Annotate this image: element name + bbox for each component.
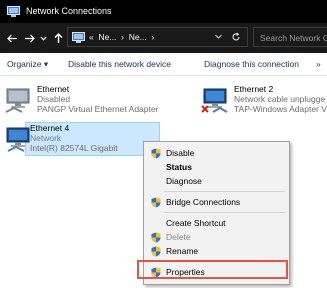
menu-item-label: Bridge Connections [166,197,241,207]
forward-button[interactable] [22,29,36,47]
menu-item-label: Disable [166,148,195,158]
network-adapter-connected-icon [4,125,32,153]
up-arrow-icon [54,32,62,43]
adapter-ethernet[interactable]: Ethernet Disabled PANGP Virtual Ethernet… [2,84,170,122]
menu-item-bridge-connections[interactable]: Bridge Connections [146,195,287,209]
menu-item-status[interactable]: Status [146,160,287,174]
window-title: Network Connections [26,6,112,16]
title-bar: Network Connections [0,0,327,23]
diagnose-connection-button[interactable]: Diagnose this connection [204,59,299,70]
search-input[interactable] [260,31,327,44]
adapter-ethernet-2[interactable]: Ethernet 2 Network cable unplugge TAP-Wi… [199,84,327,122]
address-dropdown-button[interactable] [214,32,223,43]
recent-locations-button[interactable] [39,29,48,47]
chevron-down-icon [215,34,222,39]
refresh-icon [232,32,240,41]
back-arrow-icon [6,34,17,42]
menu-item-create-shortcut[interactable]: Create Shortcut [146,216,287,230]
breadcrumb-separator[interactable]: › [121,32,124,43]
breadcrumb-item[interactable]: Ne... [129,32,147,43]
properties-highlight [137,260,288,279]
adapter-name: Ethernet 2 [234,84,274,94]
menu-item-diagnose[interactable]: Diagnose [146,174,287,188]
adapter-device: TAP-Windows Adapter V [234,104,327,114]
refresh-button[interactable] [231,32,241,44]
search-box [253,27,327,47]
network-adapter-unplugged-icon [201,86,229,114]
adapter-status: Network [30,133,62,143]
control-panel-icon [72,32,85,45]
menu-item-label: Rename [166,246,199,256]
adapter-name: Ethernet 4 [30,123,70,133]
forward-arrow-icon [24,34,35,42]
chevron-down-icon [40,36,47,41]
back-button[interactable] [5,29,19,47]
disable-device-button[interactable]: Disable this network device [68,59,171,70]
breadcrumb-separator[interactable]: › [151,32,154,43]
organize-menu[interactable]: Organize ▾ [7,59,48,70]
menu-item-label: Delete [166,232,191,242]
adapter-name: Ethernet [37,84,70,94]
menu-item-delete[interactable]: Delete [146,230,287,244]
shield-icon [151,197,161,210]
shield-icon [151,246,161,259]
menu-item-label: Status [166,162,192,172]
adapter-device: PANGP Virtual Ethernet Adapter [37,104,159,114]
menu-item-disable[interactable]: Disable [146,146,287,160]
adapter-ethernet-4[interactable]: Ethernet 4 Network Intel(R) 82574L Gigab… [6,122,160,156]
adapter-status: Disabled [37,94,71,104]
menu-item-label: Create Shortcut [166,218,226,228]
adapter-status: Network cable unplugge [234,94,326,104]
menu-separator [164,212,285,213]
adapter-device: Intel(R) 82574L Gigabit [30,143,118,153]
menu-separator [164,191,285,192]
breadcrumb-overflow[interactable]: « [89,32,94,43]
address-bar: « Ne... › Ne... › [0,23,327,53]
network-connections-icon [7,6,20,19]
breadcrumb: « Ne... › Ne... › [89,32,154,43]
command-bar: Organize ▾ Disable this network device D… [0,53,327,76]
breadcrumb-item[interactable]: Ne... [98,32,116,43]
menu-item-rename[interactable]: Rename [146,244,287,258]
network-adapter-disabled-icon [4,86,32,114]
menu-item-label: Diagnose [166,176,202,186]
up-button[interactable] [51,29,65,47]
address-field[interactable]: « Ne... › Ne... › [67,27,248,47]
more-commands-button[interactable]: » [316,59,321,70]
